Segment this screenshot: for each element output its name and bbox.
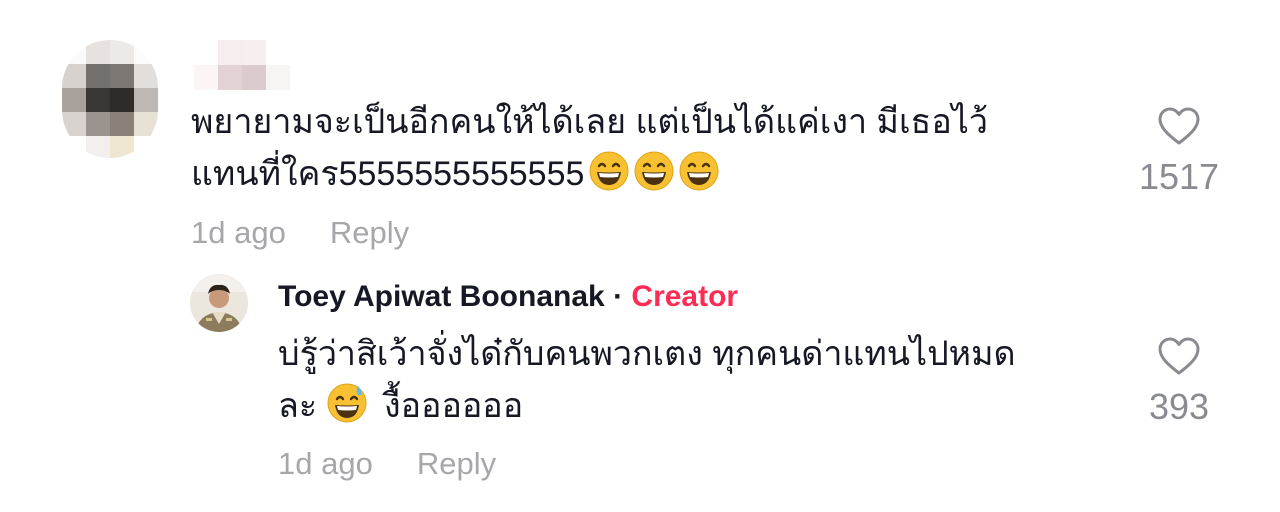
comment-like-button[interactable]: 1517: [1134, 106, 1224, 198]
reply-text-before-emoji: ละ: [278, 387, 318, 425]
grinning-face-emoji-icon: [589, 151, 629, 191]
author-separator: ·: [613, 280, 624, 313]
commenter-name-blurred[interactable]: [194, 40, 290, 90]
reply-text-after-emoji: งื้ออออออ: [384, 387, 524, 425]
grinning-face-emoji-icon: [679, 151, 719, 191]
comment-text-line-1: พยายามจะเป็นอีกคนให้ได้เลย แต่เป็นได้แค่…: [191, 103, 988, 141]
reply-text-line-2: ละ งื้ออออออ: [278, 380, 523, 432]
reply-like-button[interactable]: 393: [1134, 336, 1224, 428]
grinning-face-emoji-icon: [634, 151, 674, 191]
commenter-avatar-blurred[interactable]: [62, 40, 158, 158]
reply-text-line-1: บ่รู้ว่าสิเว้าจั่งได๋กับคนพวกเตง ทุกคนด่…: [278, 335, 1016, 373]
grinning-face-with-sweat-emoji-icon: [327, 383, 367, 423]
comment-text-line-2: แทนที่ใคร5555555555555: [191, 148, 719, 200]
comment-reply-button[interactable]: Reply: [330, 215, 409, 250]
reply-timestamp: 1d ago: [278, 446, 373, 481]
comment-thread: พยายามจะเป็นอีกคนให้ได้เลย แต่เป็นได้แค่…: [0, 0, 1280, 512]
reply-like-count: 393: [1148, 386, 1210, 427]
comment-meta: 1d ago Reply: [191, 215, 409, 251]
reply-author-line: Toey Apiwat Boonanak · Creator: [278, 280, 738, 314]
heart-outline-icon[interactable]: [1157, 106, 1201, 146]
heart-outline-icon[interactable]: [1157, 336, 1201, 376]
comment-text-content: แทนที่ใคร5555555555555: [191, 155, 585, 193]
comment-like-count: 1517: [1138, 156, 1220, 197]
creator-avatar[interactable]: [190, 274, 248, 332]
reply-author-name[interactable]: Toey Apiwat Boonanak: [278, 280, 605, 313]
reply-reply-button[interactable]: Reply: [417, 446, 496, 481]
comment-timestamp: 1d ago: [191, 215, 286, 250]
reply-meta: 1d ago Reply: [278, 446, 496, 482]
creator-badge: Creator: [631, 280, 739, 313]
